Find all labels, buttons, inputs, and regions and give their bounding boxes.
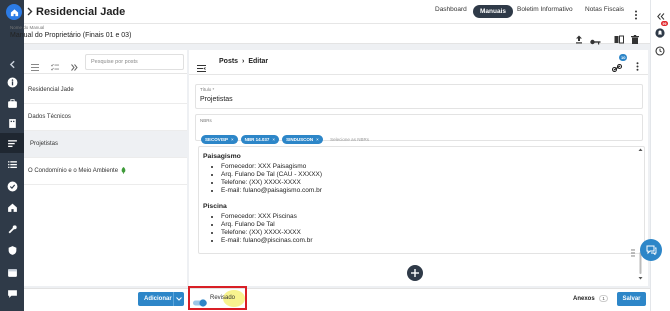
list-view-icon[interactable] xyxy=(31,58,39,76)
section-item-residencial-jade[interactable]: Residencial Jade xyxy=(24,77,187,104)
section-label: Dados Técnicos xyxy=(28,114,71,120)
chip-remove-icon[interactable]: × xyxy=(231,137,234,142)
anexos-label: Anexos xyxy=(573,296,595,302)
content-heading: Paisagismo xyxy=(203,153,241,160)
chat-support-button[interactable] xyxy=(640,239,662,261)
nbrs-placeholder[interactable]: Selecione as NBRs xyxy=(330,137,369,142)
leaf-icon xyxy=(121,166,126,176)
breadcrumb: Posts › Editar xyxy=(219,58,268,65)
bottom-action-bar xyxy=(24,288,650,311)
editor-more-vert-icon[interactable] xyxy=(636,58,639,76)
content-list-item: E-mail: fulano@piscinas.com.br xyxy=(221,237,640,245)
building-icon[interactable] xyxy=(5,116,19,130)
revisado-label: Revisado xyxy=(210,295,236,301)
shield-icon[interactable] xyxy=(5,243,19,257)
nav-dashboard[interactable]: Dashboard xyxy=(435,6,467,13)
checklist-icon[interactable] xyxy=(50,58,59,76)
home-icon[interactable] xyxy=(5,200,19,214)
info-icon[interactable] xyxy=(5,75,19,89)
more-vert-icon[interactable] xyxy=(634,7,638,25)
briefcase-icon[interactable] xyxy=(5,96,19,110)
content-list: Fornecedor: XXX Piscinas Arq. Fulano De … xyxy=(203,213,640,245)
section-item-dados-tecnicos[interactable]: Dados Técnicos xyxy=(24,104,187,131)
chat-icon[interactable] xyxy=(5,286,19,300)
chip-remove-icon[interactable]: × xyxy=(272,137,275,142)
editor-scrollbar[interactable] xyxy=(638,147,643,281)
breadcrumb-posts[interactable]: Posts xyxy=(219,58,238,65)
manual-name-input[interactable]: Manual do Proprietário (Finais 01 e 03) xyxy=(10,32,131,39)
manual-name-label: Nome do Manual xyxy=(10,25,45,30)
app-sidebar xyxy=(0,0,24,311)
section-label: Projetistas xyxy=(30,141,59,147)
history-icon[interactable] xyxy=(655,43,665,61)
post-search-input[interactable]: Pesquise por posts xyxy=(85,54,184,70)
title-label: Título * xyxy=(200,87,215,92)
drag-handle-icon[interactable] xyxy=(631,244,635,262)
content-list-item: Fornecedor: XXX Piscinas xyxy=(221,213,640,221)
double-chevron-right-icon[interactable] xyxy=(71,58,78,76)
chip-remove-icon[interactable]: × xyxy=(316,137,319,142)
content-list-item: Arq. Fulano De Tal xyxy=(221,221,640,229)
content-list-item: Fornecedor: XXX Paisagismo xyxy=(221,163,640,171)
calendar-icon[interactable] xyxy=(5,265,19,279)
add-block-button[interactable] xyxy=(407,265,423,281)
book-icon[interactable] xyxy=(614,31,624,49)
nbr-chip[interactable]: SINDUSCON × xyxy=(282,135,323,144)
section-item-projetistas[interactable]: Projetistas xyxy=(24,131,187,158)
nav-manuais[interactable]: Manuais xyxy=(473,5,514,18)
link-icon[interactable] xyxy=(611,59,623,77)
list-icon[interactable] xyxy=(5,157,19,171)
post-section-list: Residencial Jade Dados Técnicos Projetis… xyxy=(24,77,187,187)
breadcrumb-current: Editar xyxy=(248,58,269,65)
chat-bubble-icon xyxy=(646,245,656,255)
wrench-icon[interactable] xyxy=(5,222,19,236)
content-heading: Piscina xyxy=(203,203,227,210)
trash-icon[interactable] xyxy=(631,31,639,49)
plus-icon xyxy=(411,269,419,277)
key-icon[interactable] xyxy=(590,32,601,50)
anexos-count: 1 xyxy=(599,295,608,302)
nbr-chip[interactable]: SECOVISP × xyxy=(201,135,238,144)
nbrs-field[interactable]: NBRs SECOVISP × NBR 14.037 × SINDUSCON × Sele… xyxy=(195,114,643,144)
chevron-right-icon xyxy=(27,7,33,19)
revisado-toggle[interactable] xyxy=(193,294,207,307)
content-list: Fornecedor: XXX Paisagismo Arq. Fulano D… xyxy=(203,163,640,195)
dropdown-chevron-icon[interactable] xyxy=(173,292,184,306)
title-input[interactable]: Projetistas xyxy=(200,96,233,103)
app-logo[interactable] xyxy=(6,4,22,20)
save-button[interactable]: Salvar xyxy=(617,292,646,306)
check-circle-icon[interactable] xyxy=(5,179,19,193)
content-list-item: Arq. Fulano De Tal (CAU - XXXXX) xyxy=(221,171,640,179)
menu-collapse-icon[interactable] xyxy=(197,59,206,77)
rich-text-editor[interactable]: Paisagismo Fornecedor: XXX Paisagismo Ar… xyxy=(198,146,645,254)
section-label: O Condomínio e o Meio Ambiente xyxy=(28,168,119,174)
add-button-label: Adicionar xyxy=(144,296,172,302)
content-list-item: Telefone: (XX) XXXX-XXXX xyxy=(221,179,640,187)
page-title: Residencial Jade xyxy=(36,6,126,18)
nbrs-chips: SECOVISP × NBR 14.037 × SINDUSCON × Selecione… xyxy=(201,128,369,146)
title-field[interactable]: Título * Projetistas xyxy=(195,84,643,109)
notification-bell-icon[interactable] xyxy=(655,25,665,43)
content-list-item: E-mail: fulano@paisagismo.com.br xyxy=(221,187,640,195)
collapse-icon[interactable] xyxy=(5,57,19,71)
nav-boletim-informativo[interactable]: Boletim Informativo xyxy=(517,6,573,13)
anexos-button[interactable]: Anexos 1 xyxy=(573,295,608,302)
nbr-chip[interactable]: NBR 14.037 × xyxy=(240,135,280,144)
notification-badge: 99 xyxy=(661,21,668,26)
section-item-meio-ambiente[interactable]: O Condomínio e o Meio Ambiente xyxy=(24,158,187,185)
sort-lines-icon[interactable] xyxy=(5,136,19,150)
add-button[interactable]: Adicionar xyxy=(138,292,184,306)
upload-icon[interactable] xyxy=(575,31,583,49)
nav-notas-fiscais[interactable]: Notas Fiscais xyxy=(585,6,624,13)
content-list-item: Telefone: (XX) XXXX-XXXX xyxy=(221,229,640,237)
nbrs-label: NBRs xyxy=(200,118,212,123)
breadcrumb-separator-icon: › xyxy=(242,58,245,65)
section-label: Residencial Jade xyxy=(28,87,74,93)
